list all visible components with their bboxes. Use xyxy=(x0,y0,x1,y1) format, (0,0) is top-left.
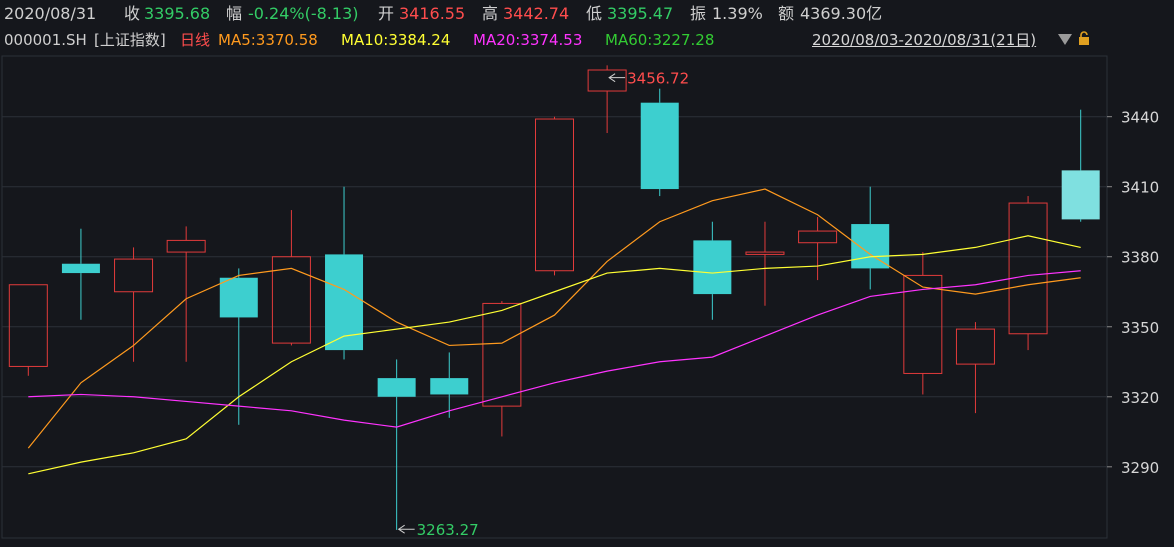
open-label: 开 xyxy=(378,4,395,23)
candle-body xyxy=(955,328,995,365)
candle xyxy=(798,217,838,281)
change-value: -0.24%(-8.13) xyxy=(248,4,359,23)
candle-body xyxy=(851,224,890,269)
amount-label: 额 xyxy=(778,4,795,23)
candle-body xyxy=(640,102,679,190)
candle xyxy=(745,221,785,306)
candle xyxy=(1061,109,1100,222)
candle-body xyxy=(535,118,574,272)
lock-icon[interactable] xyxy=(1078,31,1090,45)
ma60-label: MA60:3227.28 xyxy=(605,31,715,49)
candles xyxy=(8,65,1100,530)
candle xyxy=(430,352,469,418)
low-annotation: 3263.27 xyxy=(417,521,479,539)
candle-body xyxy=(745,251,785,255)
indicator-bar: 000001.SH [上证指数] 日线 MA5:3370.58 MA10:338… xyxy=(0,28,1174,52)
candle-body xyxy=(1008,202,1048,335)
candle xyxy=(114,247,154,362)
candle xyxy=(219,268,258,425)
ma5-label: MA5:3370.58 xyxy=(218,31,318,49)
open-value: 3416.55 xyxy=(399,4,466,23)
candle xyxy=(482,301,522,437)
candle-body xyxy=(1061,170,1100,220)
candle xyxy=(377,359,416,530)
candle xyxy=(587,65,627,134)
ma10-label: MA10:3384.24 xyxy=(341,31,451,49)
y-tick-label: 3290 xyxy=(1121,459,1159,477)
candle xyxy=(271,210,311,346)
candle xyxy=(851,186,890,290)
date-range[interactable]: 2020/08/03-2020/08/31(21日) xyxy=(812,28,1036,52)
low-label: 低 xyxy=(586,4,603,23)
close-value: 3395.68 xyxy=(144,4,211,23)
quote-bar: 2020/08/31 收 3395.68 幅 -0.24%(-8.13) 开 3… xyxy=(0,0,1174,28)
candle-body xyxy=(114,258,154,293)
candle-body xyxy=(587,69,627,92)
high-value: 3442.74 xyxy=(503,4,570,23)
candle-body xyxy=(798,230,838,244)
candle-body xyxy=(903,274,943,374)
y-axis: 3290 3320 3350 3380 3410 3440 xyxy=(1107,109,1159,477)
candle-body xyxy=(377,378,416,397)
y-tick-label: 3440 xyxy=(1121,109,1159,127)
amount-value: 4369.30亿 xyxy=(800,4,883,23)
candle xyxy=(535,116,574,276)
y-tick-label: 3380 xyxy=(1121,249,1159,267)
plot-frame xyxy=(1,55,1108,539)
amplitude-value: 1.39% xyxy=(712,4,763,23)
change-label: 幅 xyxy=(226,4,243,23)
candle xyxy=(166,226,206,362)
candle-body xyxy=(8,284,48,367)
candlestick-chart: 3290 3320 3350 3380 3410 3440 3456.72 3263.27 xyxy=(1,55,1159,539)
candle xyxy=(693,221,732,320)
amplitude-label: 振 xyxy=(690,4,707,23)
candle-body xyxy=(482,302,522,407)
range-dropdown-icon[interactable] xyxy=(1058,34,1072,45)
candle-body xyxy=(61,263,100,274)
period-label[interactable]: 日线 xyxy=(180,28,210,52)
candle xyxy=(640,88,679,197)
low-value: 3395.47 xyxy=(607,4,674,23)
candle-body xyxy=(430,378,469,395)
candle-body xyxy=(693,240,732,295)
close-label: 收 xyxy=(124,4,141,23)
candle xyxy=(955,322,995,414)
symbol-name: [上证指数] xyxy=(94,31,166,49)
candle-body xyxy=(219,277,258,318)
quote-date: 2020/08/31 xyxy=(4,4,97,23)
high-label: 高 xyxy=(482,4,499,23)
symbol-code: 000001.SH xyxy=(4,31,87,49)
y-tick-label: 3320 xyxy=(1121,389,1159,407)
candle xyxy=(8,284,48,376)
grid-lines xyxy=(1,55,1108,539)
y-tick-label: 3410 xyxy=(1121,179,1159,197)
candle xyxy=(61,228,100,320)
y-tick-label: 3350 xyxy=(1121,319,1159,337)
high-annotation: 3456.72 xyxy=(627,70,689,88)
candle xyxy=(903,252,943,395)
candle-body xyxy=(166,239,206,253)
candle xyxy=(325,186,364,360)
ma20-label: MA20:3374.53 xyxy=(473,31,583,49)
